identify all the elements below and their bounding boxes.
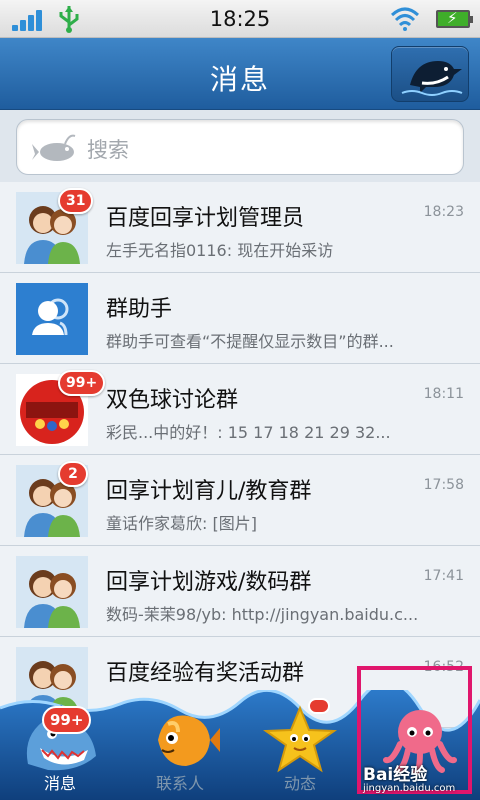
conversation-time: 18:11	[423, 386, 464, 402]
unread-badge: 99+	[58, 370, 106, 396]
search-input[interactable]: 搜索	[16, 119, 464, 175]
conversation-preview: 群助手可查看“不提醒仅显示数目”的群...	[106, 332, 394, 351]
conversation-row[interactable]: 31 百度回享计划管理员 左手无名指0116: 现在开始采访 18:23	[0, 182, 480, 273]
title-bar: 消息	[0, 38, 480, 110]
conversation-preview: 童话作家葛欣: [图片]	[106, 514, 257, 533]
tab-label: 消息	[43, 774, 76, 793]
search-area: 搜索	[0, 110, 480, 182]
watermark: Bai经验 jingyan.baidu.com	[363, 760, 468, 794]
tab-unread-badge: 99+	[42, 706, 92, 734]
conversation-time: 17:41	[423, 568, 464, 584]
tab-label: 联系人	[155, 774, 204, 793]
group-helper-icon	[16, 283, 88, 355]
search-placeholder: 搜索	[87, 138, 129, 162]
conversation-preview: 数码-茉茉98/yb: http://jingyan.baidu.c...	[106, 605, 419, 624]
conversation-name: 双色球讨论群	[106, 388, 239, 413]
starfish-icon	[262, 705, 338, 773]
watermark-brand: Bai经验	[363, 765, 428, 785]
conversation-preview: 彩民...中的好！: 15 17 18 21 29 32...	[106, 423, 391, 442]
conversation-row[interactable]: 群助手 群助手可查看“不提醒仅显示数目”的群...	[0, 273, 480, 364]
conversation-time: 18:23	[423, 204, 464, 220]
conversation-row[interactable]: 2 回享计划育儿/教育群 童话作家葛欣: [图片] 17:58	[0, 455, 480, 546]
conversation-preview: 左手无名指0116: 现在开始采访	[106, 241, 334, 260]
status-bar: 18:25 ⚡	[0, 0, 480, 38]
watermark-url: jingyan.baidu.com	[363, 783, 456, 794]
conversation-time: 17:58	[423, 477, 464, 493]
new-dot-badge	[308, 698, 330, 714]
wifi-icon	[390, 7, 420, 31]
conversation-list: 31 百度回享计划管理员 左手无名指0116: 现在开始采访 18:23 群助手…	[0, 182, 480, 728]
fish-icon	[158, 715, 220, 766]
conversation-name: 群助手	[106, 297, 173, 322]
tab-contacts[interactable]: 联系人	[120, 690, 240, 800]
conversation-row[interactable]: 99+ 双色球讨论群 彩民...中的好！: 15 17 18 21 29 32.…	[0, 364, 480, 455]
unread-badge: 2	[58, 461, 88, 487]
tab-messages[interactable]: 99+ 消息	[0, 690, 120, 800]
tab-label: 动态	[283, 774, 316, 793]
conversation-row[interactable]: 回享计划游戏/数码群 数码-茉茉98/yb: http://jingyan.ba…	[0, 546, 480, 637]
conversation-name: 回享计划育儿/教育群	[106, 479, 312, 504]
search-whale-icon	[32, 134, 76, 161]
unread-badge: 31	[58, 188, 94, 214]
couple-avatar	[16, 556, 88, 628]
dolphin-icon	[401, 61, 463, 96]
battery-charging-icon: ⚡	[436, 9, 473, 28]
conversation-name: 回享计划游戏/数码群	[106, 570, 312, 595]
dolphin-button[interactable]	[391, 46, 469, 102]
tab-feed[interactable]: 动态	[240, 690, 360, 800]
conversation-name: 百度经验有奖活动群	[106, 661, 305, 686]
conversation-name: 百度回享计划管理员	[106, 206, 305, 231]
